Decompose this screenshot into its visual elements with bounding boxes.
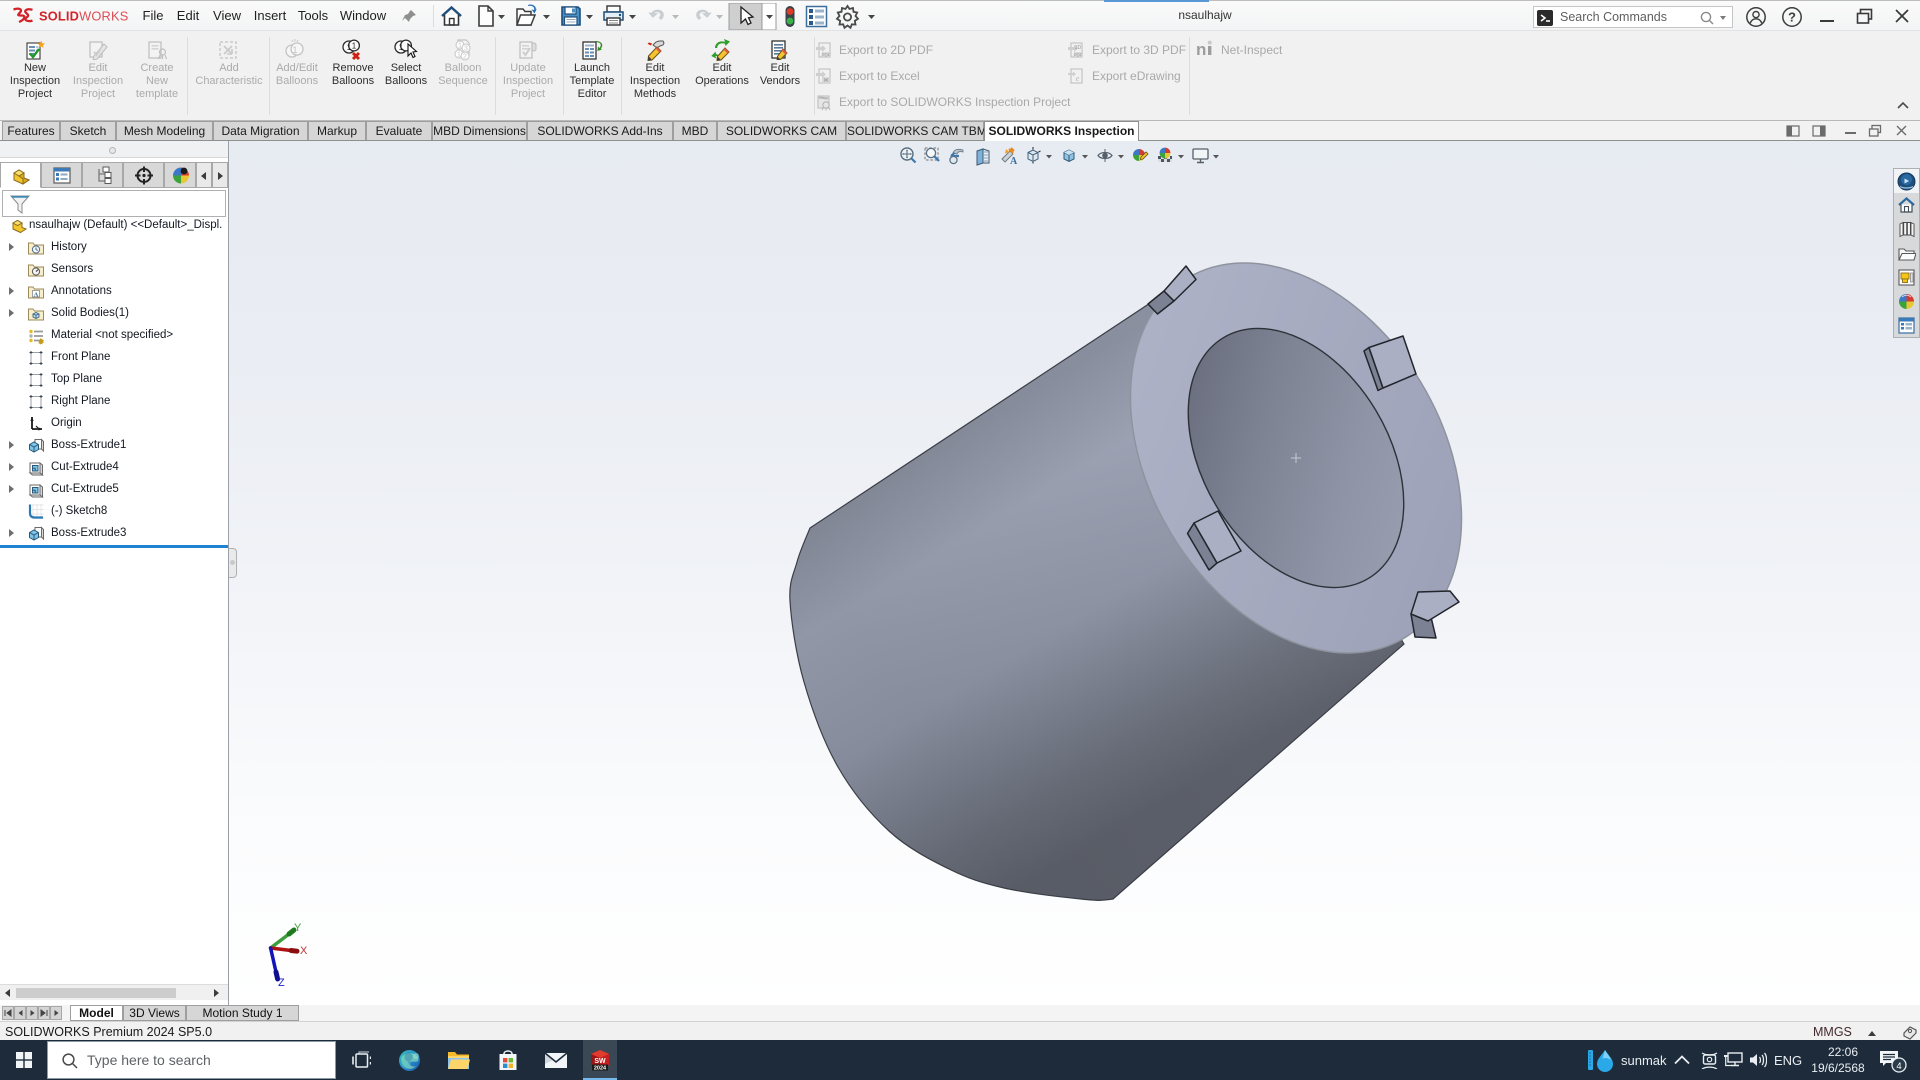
svg-text:2024: 2024 (594, 1066, 607, 1072)
svg-text:1: 1 (292, 45, 297, 55)
svg-text:1: 1 (457, 52, 461, 59)
svg-text:SW: SW (594, 1058, 606, 1065)
svg-text:e: e (1076, 74, 1080, 83)
svg-text:3D: 3D (1075, 45, 1082, 51)
svg-text:1: 1 (399, 42, 404, 52)
svg-text:2: 2 (463, 54, 467, 61)
svg-text:1: 1 (352, 42, 357, 51)
svg-text:3: 3 (464, 46, 468, 53)
svg-text:A: A (1010, 156, 1018, 167)
svg-text:Y: Y (294, 922, 302, 934)
svg-text:?: ? (1788, 10, 1796, 25)
svg-text:1: 1 (458, 43, 462, 50)
svg-text:Z: Z (278, 977, 285, 989)
svg-text:n: n (1196, 40, 1206, 58)
svg-text:PDF: PDF (1074, 53, 1083, 58)
svg-text:PDF: PDF (822, 53, 831, 58)
svg-text:SOLIDWORKS: SOLIDWORKS (39, 9, 128, 24)
svg-text:X: X (300, 945, 308, 957)
svg-text:A: A (34, 292, 39, 299)
svg-text:4: 4 (1896, 1061, 1901, 1072)
